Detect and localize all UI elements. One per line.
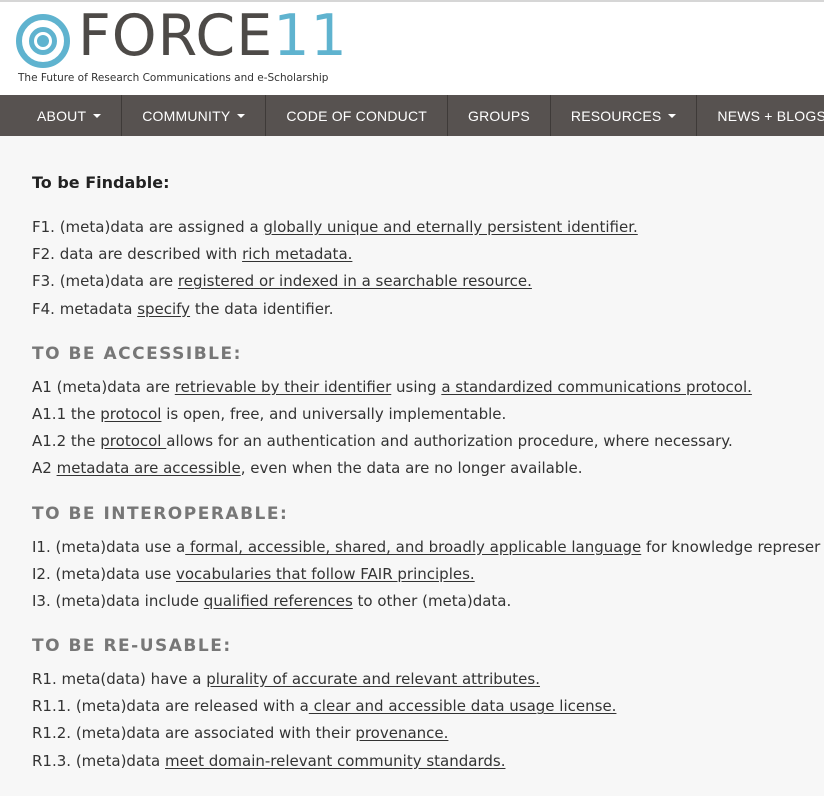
principle-a1-1: A1.1 the protocol is open, free, and uni… <box>32 404 507 423</box>
site-header: FORCE11 The Future of Research Communica… <box>0 0 824 95</box>
principle-link[interactable]: provenance. <box>355 724 448 742</box>
principle-r1-2: R1.2. (meta)data are associated with the… <box>32 724 449 743</box>
accessible-heading: TO BE ACCESSIBLE: <box>32 343 242 364</box>
principle-f4: F4. metadata specify the data identifier… <box>32 299 334 318</box>
principle-link[interactable]: meet domain-relevant community standards… <box>165 752 505 770</box>
nav-item-code-of-conduct[interactable]: CODE OF CONDUCT <box>266 95 449 136</box>
fair-principles-content: To be Findable: F1. (meta)data are assig… <box>32 136 824 775</box>
principle-f2: F2. data are described with rich metadat… <box>32 245 353 264</box>
principle-i2: I2. (meta)data use vocabularies that fol… <box>32 564 475 583</box>
accessible-list: A1 (meta)data are retrievable by their i… <box>32 374 824 483</box>
principle-f1: F1. (meta)data are assigned a globally u… <box>32 218 638 236</box>
logo-ring-icon <box>16 14 70 68</box>
findable-list: F1. (meta)data are assigned a globally u… <box>32 214 824 323</box>
principle-link[interactable]: protocol <box>100 405 161 423</box>
principle-link[interactable]: retrievable by their identifier <box>175 378 391 396</box>
caret-down-icon <box>237 113 246 118</box>
principle-link[interactable]: vocabularies that follow FAIR principles… <box>176 565 475 583</box>
principle-r1-1: R1.1. (meta)data are released with a cle… <box>32 697 617 716</box>
nav-item-news-blogs[interactable]: NEWS + BLOGS <box>697 95 824 136</box>
nav-item-community[interactable]: COMMUNITY <box>122 95 267 136</box>
principle-a1-2: A1.2 the protocol allows for an authenti… <box>32 432 733 451</box>
force11-logo[interactable]: FORCE11 The Future of Research Communica… <box>16 8 347 90</box>
principle-link[interactable]: protocol <box>100 432 166 450</box>
principle-link[interactable]: a standardized communications protocol. <box>441 378 752 396</box>
reusable-list: R1. meta(data) have a plurality of accur… <box>32 666 824 775</box>
principle-a1: A1 (meta)data are retrievable by their i… <box>32 377 752 396</box>
principle-link[interactable]: clear and accessible data usage license. <box>309 697 617 715</box>
principle-link[interactable]: formal, accessible, shared, and broadly … <box>185 538 641 556</box>
principle-r1-3: R1.3. (meta)data meet domain-relevant co… <box>32 751 506 770</box>
nav-item-resources[interactable]: RESOURCES <box>551 95 698 136</box>
main-nav: ABOUT COMMUNITY CODE OF CONDUCT GROUPS R… <box>0 95 824 136</box>
principle-link[interactable]: registered or indexed in a searchable re… <box>178 272 532 290</box>
principle-link[interactable]: rich metadata. <box>242 245 352 263</box>
principle-link[interactable]: plurality of accurate and relevant attri… <box>206 670 540 688</box>
interoperable-list: I1. (meta)data use a formal, accessible,… <box>32 534 824 616</box>
principle-link[interactable]: metadata are accessible <box>57 459 241 477</box>
principle-r1: R1. meta(data) have a plurality of accur… <box>32 670 540 689</box>
caret-down-icon <box>93 113 102 118</box>
nav-item-groups[interactable]: GROUPS <box>448 95 551 136</box>
caret-down-icon <box>668 113 677 118</box>
reusable-heading: TO BE RE-USABLE: <box>32 636 232 657</box>
principle-link[interactable]: globally unique and eternally persistent… <box>263 218 637 236</box>
logo-tagline: The Future of Research Communications an… <box>18 72 329 84</box>
principle-link[interactable]: qualified references <box>204 592 353 610</box>
principle-f3: F3. (meta)data are registered or indexed… <box>32 272 532 291</box>
findable-heading: To be Findable: <box>32 173 170 192</box>
principle-link[interactable]: specify <box>137 300 190 318</box>
principle-i3: I3. (meta)data include qualified referen… <box>32 591 512 610</box>
nav-item-about[interactable]: ABOUT <box>0 95 123 136</box>
logo-wordmark: FORCE11 <box>78 3 348 69</box>
interoperable-heading: TO BE INTEROPERABLE: <box>32 503 289 524</box>
principle-a2: A2 metadata are accessible, even when th… <box>32 459 583 478</box>
principle-i1: I1. (meta)data use a formal, accessible,… <box>32 537 821 556</box>
